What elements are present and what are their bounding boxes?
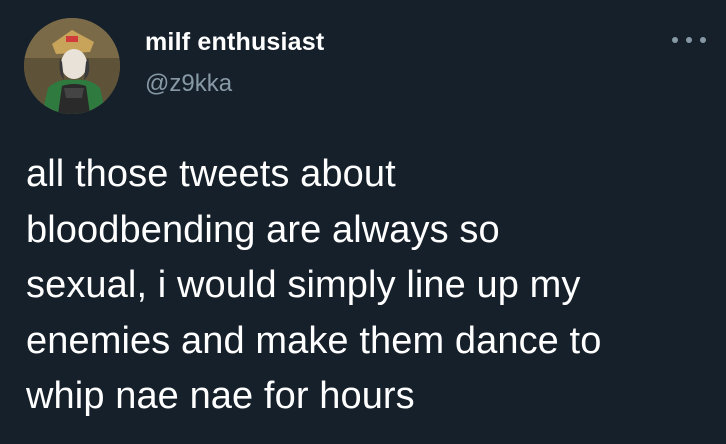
ellipsis-icon [700, 37, 706, 43]
author-handle[interactable]: @z9kka [145, 70, 232, 98]
ellipsis-icon [686, 37, 692, 43]
avatar-image [24, 18, 120, 114]
author-avatar[interactable] [24, 18, 120, 114]
tweet-card: milf enthusiast @z9kka all those tweets … [0, 0, 726, 444]
author-display-name[interactable]: milf enthusiast [145, 28, 324, 57]
ellipsis-icon [672, 37, 678, 43]
more-options-button[interactable] [672, 30, 706, 50]
tweet-text: all those tweets about bloodbending are … [26, 153, 602, 417]
